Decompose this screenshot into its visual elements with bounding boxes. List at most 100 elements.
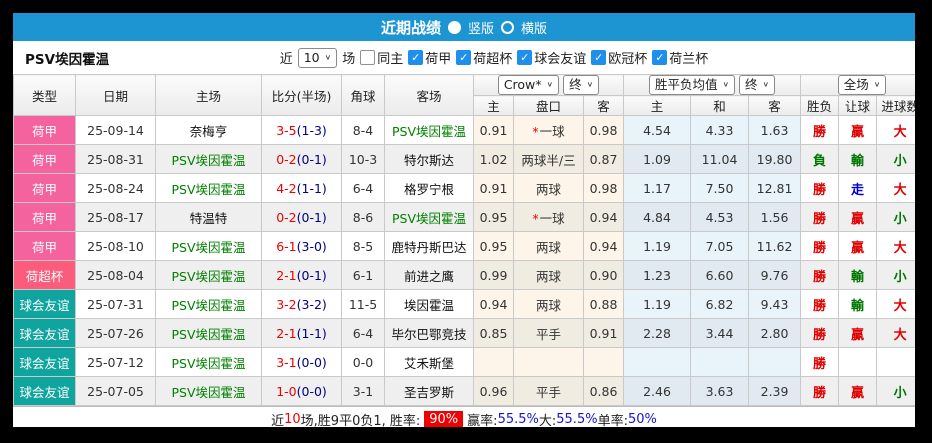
cell-date: 25-07-12 <box>75 347 156 377</box>
horizontal-radio-label[interactable]: 横版 <box>521 18 547 37</box>
table-row: 球会友谊 25-07-05 PSV埃因霍温 1-0(0-0) 3-1 圣吉罗斯 0.96 平手… <box>13 376 915 406</box>
checkbox-icon[interactable] <box>360 50 376 65</box>
cell-odds-home: 1.02 <box>473 144 514 174</box>
footer-text: 赢率: <box>467 414 498 427</box>
cell-home-team[interactable]: PSV埃因霍温 <box>155 231 262 261</box>
filter-欧冠杯[interactable]: ✓ 欧冠杯 <box>591 48 647 67</box>
cell-corners: 8-5 <box>341 231 385 261</box>
filter-球会友谊[interactable]: ✓ 球会友谊 <box>517 48 586 67</box>
cell-away-team[interactable]: 格罗宁根 <box>384 173 474 203</box>
final-odds-select-1[interactable]: 终 ∨ <box>563 75 600 95</box>
average-select[interactable]: 胜平负均值 ∨ <box>648 75 736 95</box>
checkbox-icon[interactable]: ✓ <box>408 50 424 65</box>
chevron-down-icon: ∨ <box>873 81 881 89</box>
cell-score: 6-1(3-0) <box>261 231 342 261</box>
cell-corners: 10-3 <box>341 144 385 174</box>
col-header-type: 类型 <box>13 74 76 116</box>
cell-odds-home: 0.99 <box>473 260 514 290</box>
cell-avg-home: 4.54 <box>623 115 692 145</box>
sub-header-avg-home: 主 <box>623 95 692 116</box>
cell-home-team[interactable]: PSV埃因霍温 <box>155 289 262 319</box>
filter-label: 欧冠杯 <box>608 52 648 67</box>
checkbox-icon[interactable]: ✓ <box>652 50 668 65</box>
checkbox-icon[interactable]: ✓ <box>591 50 607 65</box>
filter-label: 球会友谊 <box>534 52 587 67</box>
cell-home-team[interactable]: PSV埃因霍温 <box>155 376 262 406</box>
same-home-label: 同主 <box>377 52 404 67</box>
chevron-down-icon: ∨ <box>586 81 594 89</box>
cell-odds-home: 0.95 <box>473 231 514 261</box>
cell-home-team[interactable]: PSV埃因霍温 <box>155 260 262 290</box>
cell-away-team[interactable]: 毕尔巴鄂竞技 <box>384 318 474 348</box>
cell-handicap: *一球 <box>513 115 584 145</box>
cell-away-team[interactable]: 特尔斯达 <box>384 144 474 174</box>
cell-home-team[interactable]: 特温特 <box>155 202 262 232</box>
cell-away-team[interactable]: PSV埃因霍温 <box>384 202 474 232</box>
cell-handicap-result: 輸 <box>838 289 878 319</box>
cell-avg-away: 9.43 <box>748 289 802 319</box>
filter-荷超杯[interactable]: ✓ 荷超杯 <box>456 48 512 67</box>
cell-avg-away <box>748 347 802 377</box>
cell-home-team[interactable]: PSV埃因霍温 <box>155 318 262 348</box>
checkbox-icon[interactable]: ✓ <box>456 50 472 65</box>
chevron-down-icon: ∨ <box>546 81 554 89</box>
cell-goals-result <box>876 347 915 377</box>
cell-odds-away <box>582 347 625 377</box>
vertical-radio-label[interactable]: 竖版 <box>468 18 494 37</box>
handicap-select-group: Crow* ∨ 终 ∨ <box>472 74 625 96</box>
checkbox-icon[interactable]: ✓ <box>517 50 533 65</box>
cell-avg-away: 11.62 <box>748 231 802 261</box>
cell-odds-home: 0.91 <box>473 173 514 203</box>
cell-result: 勝 <box>800 173 840 203</box>
cell-league: 球会友谊 <box>13 289 76 319</box>
filter-荷兰杯[interactable]: ✓ 荷兰杯 <box>652 48 708 67</box>
cell-score: 3-2(3-2) <box>261 289 342 319</box>
cell-away-team[interactable]: PSV埃因霍温 <box>384 115 474 145</box>
cell-away-team[interactable]: 圣吉罗斯 <box>384 376 474 406</box>
cell-handicap <box>513 347 584 377</box>
bookmaker-select-value: Crow* <box>503 77 542 92</box>
table-row: 荷甲 25-08-17 特温特 0-2(0-1) 8-6 PSV埃因霍温 0.95 *一球 0.… <box>13 202 915 232</box>
cell-home-team[interactable]: PSV埃因霍温 <box>155 173 262 203</box>
cell-away-team[interactable]: 前进之鹰 <box>384 260 474 290</box>
cell-handicap-result: 輸 <box>838 144 878 174</box>
cell-handicap: 两球 <box>513 289 584 319</box>
cell-result: 勝 <box>800 231 840 261</box>
cell-corners: 3-1 <box>341 376 385 406</box>
final-odds-select-2[interactable]: 终 ∨ <box>739 75 776 95</box>
cell-away-team[interactable]: 艾禾斯堡 <box>384 347 474 377</box>
col-header-home: 主场 <box>155 74 262 116</box>
col-header-score: 比分(半场) <box>261 74 342 116</box>
cell-handicap-result <box>838 347 878 377</box>
same-home-filter[interactable]: 同主 <box>360 48 403 67</box>
cell-result: 勝 <box>800 260 840 290</box>
match-count-select[interactable]: 10 ∨ <box>297 47 338 68</box>
cell-home-team[interactable]: PSV埃因霍温 <box>155 347 262 377</box>
cell-away-team[interactable]: 鹿特丹斯巴达 <box>384 231 474 261</box>
cell-goals-result: 小 <box>876 376 915 406</box>
cell-date: 25-08-17 <box>75 202 156 232</box>
cell-avg-home: 2.28 <box>623 318 692 348</box>
cell-home-team[interactable]: PSV埃因霍温 <box>155 144 262 174</box>
cell-home-team[interactable]: 奈梅亨 <box>155 115 262 145</box>
cell-avg-away: 1.56 <box>748 202 802 232</box>
cell-avg-home: 1.19 <box>623 289 692 319</box>
cell-away-team[interactable]: 埃因霍温 <box>384 289 474 319</box>
cell-avg-home: 1.09 <box>623 144 692 174</box>
average-select-group: 胜平负均值 ∨ 终 ∨ <box>623 74 802 96</box>
bookmaker-select[interactable]: Crow* ∨ <box>497 75 560 95</box>
stats-footer: 近 10 场,胜9平0负1, 胜率: 90% 赢率: 55.5% 大: 55.5% 单率: 5… <box>13 406 915 427</box>
scope-select-value: 全场 <box>843 77 869 92</box>
horizontal-radio[interactable] <box>501 20 514 34</box>
cell-avg-away: 2.80 <box>748 318 802 348</box>
cell-league: 荷超杯 <box>13 260 76 290</box>
cell-odds-home: 0.94 <box>473 289 514 319</box>
vertical-radio[interactable] <box>447 20 461 34</box>
sub-header-result: 胜负 <box>800 95 840 116</box>
cell-corners: 11-5 <box>341 289 385 319</box>
cell-corners: 0-0 <box>341 347 385 377</box>
filter-荷甲[interactable]: ✓ 荷甲 <box>408 48 451 67</box>
cell-date: 25-08-24 <box>75 173 156 203</box>
cell-date: 25-07-31 <box>75 289 156 319</box>
scope-select[interactable]: 全场 ∨ <box>837 75 887 95</box>
